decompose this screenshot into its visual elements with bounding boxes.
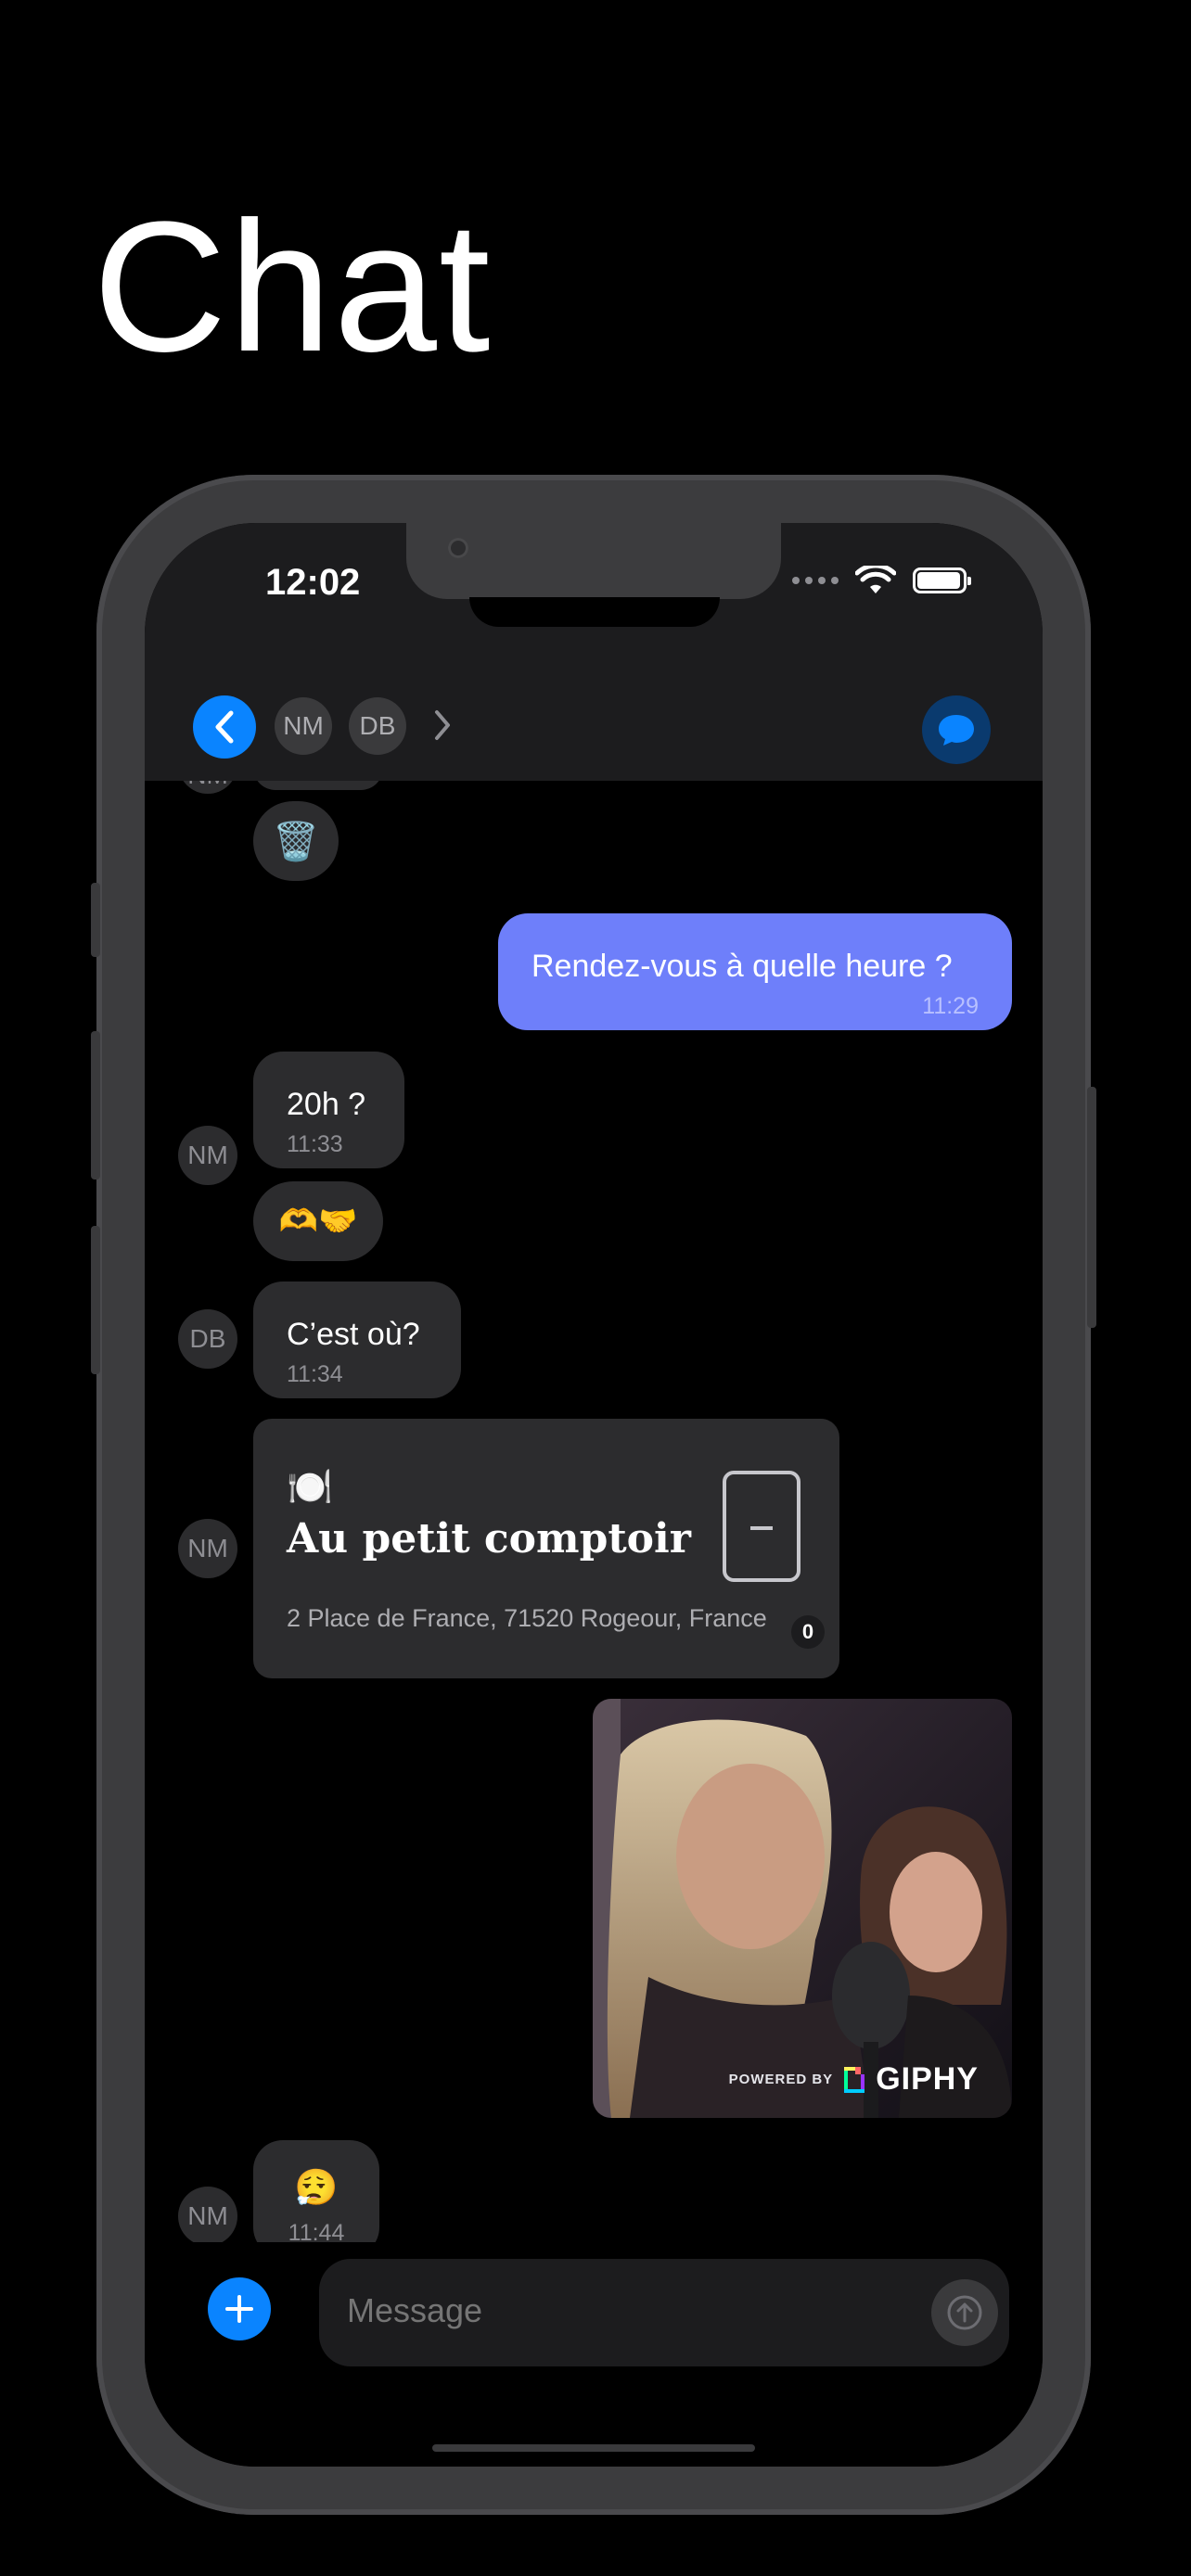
- message-text: 20h ?: [287, 1087, 366, 1122]
- avatar: NM: [178, 2187, 237, 2246]
- signal-icon: [792, 577, 839, 584]
- battery-icon: [913, 567, 971, 593]
- incoming-message-bubble[interactable]: C’est où? 11:34: [253, 1282, 461, 1398]
- door-badge: 0: [791, 1615, 825, 1649]
- trash-emoji: 🗑️: [273, 821, 319, 862]
- dynamic-island: [469, 597, 720, 627]
- composer-bar: [145, 2242, 1043, 2467]
- powered-by-label: POWERED BY: [728, 2072, 834, 2087]
- message-time: 11:33: [287, 1131, 343, 1157]
- place-address: 2 Place de France, 71520 Rogeour, France: [287, 1604, 767, 1632]
- message-time: 11:34: [287, 1361, 343, 1387]
- message-list[interactable]: NM 🗑️ Rendez-vous à quelle heure ? 11:29…: [145, 753, 1043, 2289]
- incoming-message-bubble[interactable]: 😮‍💨 11:44: [253, 2140, 379, 2257]
- arrow-up-icon: [947, 2295, 982, 2330]
- wifi-icon: [855, 566, 896, 593]
- chevron-right-icon[interactable]: [432, 707, 453, 744]
- message-text: Rendez-vous à quelle heure ?: [531, 949, 953, 984]
- door-icon: 0: [723, 1471, 825, 1649]
- incoming-message-bubble[interactable]: 20h ? 11:33: [253, 1052, 404, 1168]
- phone-frame: 12:02 NM DB 🗑️ Rendez-vous à quelle heur…: [91, 475, 1096, 2515]
- plus-icon: [225, 2295, 253, 2323]
- camera-icon: [448, 538, 468, 558]
- place-name: Au petit comptoir: [287, 1515, 691, 1562]
- giphy-logo-icon: [844, 2066, 865, 2093]
- emoji-message-bubble[interactable]: 🗑️: [253, 801, 339, 881]
- avatar: NM: [178, 1519, 237, 1578]
- chat-header: NM DB: [145, 671, 1043, 781]
- avatar: DB: [178, 1309, 237, 1369]
- gif-image: [593, 1699, 1012, 2118]
- message-input-container: [319, 2259, 1009, 2366]
- giphy-attribution: POWERED BY GIPHY: [729, 2061, 979, 2098]
- power-button: [1087, 1087, 1096, 1328]
- volume-down-button: [91, 1226, 100, 1374]
- phone-screen: 12:02 NM DB 🗑️ Rendez-vous à quelle heur…: [145, 523, 1043, 2467]
- page-title: Chat: [93, 184, 493, 390]
- participant-avatar-db[interactable]: DB: [349, 697, 406, 755]
- back-button[interactable]: [193, 695, 256, 759]
- message-emoji: 😮‍💨: [294, 2169, 339, 2208]
- notch: [406, 523, 781, 599]
- chevron-left-icon: [215, 710, 234, 744]
- add-attachment-button[interactable]: [208, 2277, 271, 2340]
- giphy-brand: GIPHY: [876, 2061, 979, 2097]
- avatar: NM: [178, 1126, 237, 1185]
- outgoing-message-bubble[interactable]: Rendez-vous à quelle heure ? 11:29: [498, 913, 1012, 1030]
- chat-bubble-icon: [939, 715, 974, 746]
- message-text: C’est où?: [287, 1317, 420, 1352]
- send-button[interactable]: [931, 2279, 998, 2346]
- message-time: 11:29: [922, 993, 979, 1019]
- reaction-emoji: 🫶🤝: [278, 1204, 358, 1239]
- silent-switch: [91, 883, 100, 957]
- place-card[interactable]: 🍽️ Au petit comptoir 2 Place de France, …: [253, 1419, 839, 1678]
- emoji-message-bubble[interactable]: 🫶🤝: [253, 1181, 383, 1261]
- volume-up-button: [91, 1031, 100, 1180]
- participant-avatar-nm[interactable]: NM: [275, 697, 332, 755]
- status-icons: [792, 566, 971, 595]
- status-time: 12:02: [265, 562, 361, 603]
- message-input[interactable]: [345, 2290, 905, 2331]
- restaurant-icon: 🍽️: [287, 1467, 333, 1508]
- home-indicator: [432, 2444, 755, 2452]
- chat-details-button[interactable]: [922, 695, 991, 764]
- gif-message[interactable]: POWERED BY GIPHY: [593, 1699, 1012, 2118]
